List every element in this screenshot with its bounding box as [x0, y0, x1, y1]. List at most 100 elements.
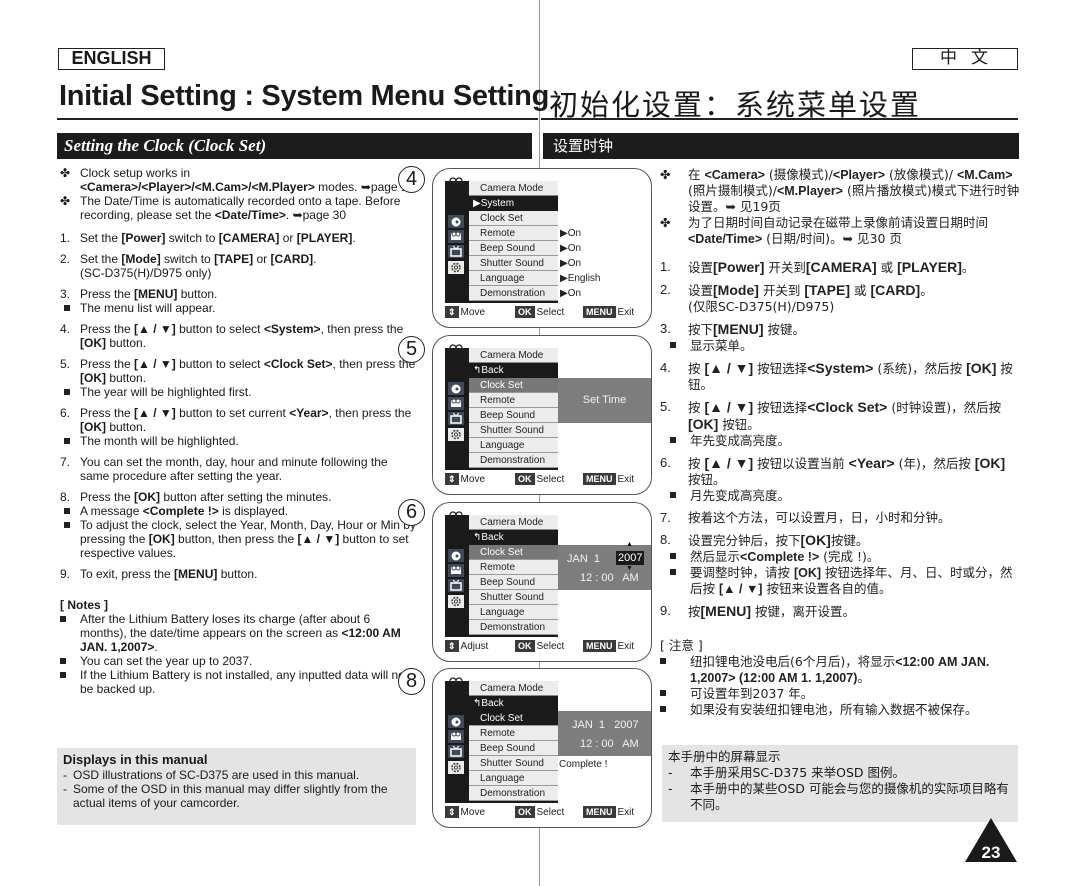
step-text: 设置[Mode] 开关到 [TAPE] 或 [CARD]。 (仅限SC-D375(…	[688, 282, 933, 314]
section-heading-english: Setting the Clock (Clock Set)	[57, 133, 532, 159]
step-6: 6. Press the [▲ / ▼] button to set curren…	[60, 406, 420, 434]
square-bullet-icon	[64, 389, 70, 395]
step-subnote: 然后显示<Complete !> (完成 !)。	[660, 549, 1020, 565]
step-7: 7. 按着这个方法，可以设置月，日，小时和分钟。	[660, 510, 1020, 526]
ok-key: OK	[515, 640, 535, 652]
step-8: 8. Press the [OK] button after setting th…	[60, 490, 420, 504]
english-instructions: ✤ Clock setup works in <Camera>/<Player>/…	[60, 166, 420, 696]
step-1: 1. Set the [Power] switch to [CAMERA] or …	[60, 231, 420, 245]
camera-settings-icon	[448, 549, 464, 562]
step-9: 9. To exit, press the [MENU] button.	[60, 567, 420, 581]
step-number: 4.	[60, 322, 71, 336]
osd-menu-item[interactable]: Clock Set	[469, 211, 558, 226]
osd-menu-item[interactable]: Clock Set	[469, 711, 558, 726]
osd-menu-item[interactable]: Shutter Sound	[469, 756, 558, 771]
step-number: 8.	[60, 490, 71, 504]
osd-menu: Camera Mode ↰Back Clock Set Remote Beep Soun…	[445, 511, 558, 637]
step-text: Press the [▲ / ▼] button to set current …	[80, 406, 412, 434]
display-settings-icon	[448, 412, 464, 425]
osd-menu-item[interactable]: Demonstration	[469, 453, 558, 468]
callout-number: 6	[398, 499, 425, 526]
osd-nav-item[interactable]: ▶System	[469, 196, 558, 211]
display-settings-icon	[448, 745, 464, 758]
osd-category-icons	[445, 677, 469, 803]
osd-menu: Camera Mode ↰Back Clock Set Remote Beep Soun…	[445, 344, 558, 470]
note-item: After the Lithium Battery loses its char…	[60, 612, 420, 654]
step-number: 3.	[660, 321, 671, 336]
square-bullet-icon	[670, 342, 676, 348]
osd-nav-item[interactable]: ↰Back	[469, 363, 558, 378]
step-8: 8. 设置完分钟后，按下[OK]按键。	[660, 532, 1020, 549]
osd-menu-item[interactable]: Remote	[469, 393, 558, 408]
language-tag-english: ENGLISH	[58, 48, 165, 70]
square-bullet-icon	[670, 553, 676, 559]
osd-footer: ⇕ Move OK Select MENU Exit	[445, 306, 645, 320]
osd-menu-item[interactable]: Language	[469, 271, 558, 286]
osd-date: JAN 1 2007	[572, 719, 639, 731]
step-text: 按[MENU] 按键，离开设置。	[688, 603, 856, 619]
osd-menu-item[interactable]: Shutter Sound	[469, 590, 558, 605]
osd-menu-item[interactable]: Demonstration	[469, 786, 558, 801]
osd-footer: ⇕ Move OK Select MENU Exit	[445, 806, 645, 820]
up-down-key-icon: ⇕	[445, 640, 459, 652]
step-text: Set the [Mode] switch to [TAPE] or [CARD…	[80, 252, 317, 280]
osd-menu-item[interactable]: Beep Sound	[469, 241, 558, 256]
language-tag-chinese: 中文	[912, 48, 1018, 70]
step-number: 7.	[60, 455, 71, 469]
osd-screen: Camera Mode ↰Back Clock Set Remote Beep Soun…	[432, 335, 652, 495]
osd-menu-item[interactable]: Shutter Sound	[469, 423, 558, 438]
osd-menu-item[interactable]: Remote	[469, 226, 558, 241]
square-bullet-icon	[64, 438, 70, 444]
osd-nav-item[interactable]: ↰Back	[469, 696, 558, 711]
step-subnote: 显示菜单。	[660, 338, 1020, 354]
record-settings-icon	[448, 397, 464, 410]
osd-menu-item[interactable]: Beep Sound	[469, 741, 558, 756]
up-down-key-icon: ⇕	[445, 806, 459, 818]
step-number: 6.	[660, 455, 671, 470]
step-text: Set the [Power] switch to [CAMERA] or [P…	[80, 231, 356, 245]
osd-menu-item[interactable]: Shutter Sound	[469, 256, 558, 271]
displays-item: - 本手册中的某些OSD 可能会与您的摄像机的实际项目略有不同。	[668, 781, 1009, 812]
clover-bullet-icon: ✤	[660, 215, 671, 230]
camera-mode-icon	[448, 177, 469, 195]
step-text: 按着这个方法，可以设置月，日，小时和分钟。	[688, 510, 951, 525]
osd-menu-item[interactable]: Language	[469, 438, 558, 453]
step-text: 按 [▲ / ▼] 按钮选择<Clock Set> (时钟设置)，然后按[OK]…	[688, 399, 1002, 432]
step-2: 2. 设置[Mode] 开关到 [TAPE] 或 [CARD]。 (仅限SC-D37…	[660, 282, 1020, 315]
osd-menu-item[interactable]: Remote	[469, 560, 558, 575]
menu-key: MENU	[583, 640, 616, 652]
step-subnote: A message <Complete !> is displayed.	[60, 504, 420, 518]
step-subnote: 要调整时钟，请按 [OK] 按钮选择年、月、日、时或分，然后按 [▲ / ▼] …	[660, 565, 1020, 597]
osd-setting-value: ▶On	[560, 228, 582, 239]
osd-date-time-panel: JAN 1 2007 12 : 00 AM	[558, 711, 651, 756]
up-down-key-icon: ⇕	[445, 473, 459, 485]
osd-menu-item[interactable]: Language	[469, 771, 558, 786]
osd-footer: ⇕ Adjust OK Select MENU Exit	[445, 640, 645, 654]
note-item: You can set the year up to 2037.	[60, 654, 420, 668]
step-text: 按下[MENU] 按键。	[688, 321, 806, 337]
intro-bullet: ✤ The Date/Time is automatically recorded…	[60, 194, 401, 222]
step-subnote: 月先变成高亮度。	[660, 488, 1020, 504]
osd-setting-value: ▶On	[560, 243, 582, 254]
osd-menu-item[interactable]: Language	[469, 605, 558, 620]
osd-menu-item[interactable]: Remote	[469, 726, 558, 741]
note-item: If the Lithium Battery is not installed,…	[60, 668, 420, 696]
ok-key: OK	[515, 806, 535, 818]
square-bullet-icon	[660, 690, 666, 696]
osd-set-time-panel: Set Time	[558, 378, 651, 423]
osd-date: JAN 1	[567, 553, 601, 565]
osd-menu-item[interactable]: Beep Sound	[469, 408, 558, 423]
osd-screen: Camera Mode ↰Back Clock Set Remote Beep Soun…	[432, 668, 652, 828]
osd-footer-select: OK Select	[515, 306, 564, 320]
osd-menu-item[interactable]: Beep Sound	[469, 575, 558, 590]
page-title-english: Initial Setting : System Menu Setting	[59, 80, 550, 112]
osd-mode-title: Camera Mode	[469, 181, 558, 196]
osd-nav-item[interactable]: ↰Back	[469, 530, 558, 545]
osd-menu-item[interactable]: Demonstration	[469, 286, 558, 301]
osd-category-icons	[445, 177, 469, 303]
osd-menu-item[interactable]: Demonstration	[469, 620, 558, 635]
osd-menu-item[interactable]: Clock Set	[469, 378, 558, 393]
osd-year-highlight[interactable]: 2007	[616, 551, 645, 565]
osd-footer-select: OK Select	[515, 640, 564, 654]
osd-menu-item[interactable]: Clock Set	[469, 545, 558, 560]
